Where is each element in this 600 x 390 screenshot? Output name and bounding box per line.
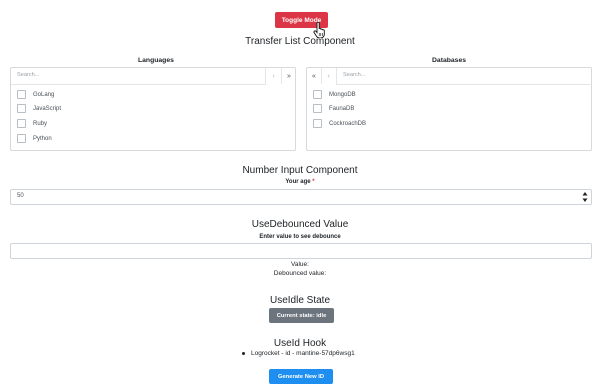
move-all-left-button[interactable]: « (307, 68, 322, 84)
list-item[interactable]: Python (17, 134, 52, 143)
transfer-list-title: Transfer List Component (245, 36, 355, 47)
languages-list: Search... › » GoLang JavaScript Ruby Pyt… (10, 67, 296, 151)
stepper-arrows-icon[interactable] (582, 191, 588, 203)
databases-title: Databases (432, 57, 467, 64)
databases-search-input[interactable]: Search... (336, 68, 592, 85)
debounced-value-text: Debounced value: (273, 270, 327, 277)
number-input-title: Number Input Component (242, 165, 358, 176)
age-number-input[interactable]: 50 (10, 189, 592, 205)
checkbox[interactable] (313, 104, 322, 113)
languages-search-input[interactable]: Search... (11, 68, 266, 85)
databases-list: « ‹ Search... MongoDB FaunaDB CockroachD… (306, 67, 592, 151)
list-item[interactable]: MongoDB (313, 90, 356, 99)
checkbox[interactable] (17, 119, 26, 128)
checkbox[interactable] (313, 119, 322, 128)
move-all-right-button[interactable]: » (281, 68, 296, 84)
checkbox[interactable] (17, 90, 26, 99)
checkbox[interactable] (17, 104, 26, 113)
useid-title: UseId Hook (273, 338, 327, 349)
checkbox[interactable] (17, 134, 26, 143)
debounce-label: Enter value to see debounce (259, 234, 341, 240)
move-selected-left-button[interactable]: ‹ (322, 68, 335, 84)
list-item[interactable]: GoLang (17, 90, 54, 99)
idle-title: UseIdle State (269, 295, 331, 306)
list-item[interactable]: CockroachDB (313, 119, 366, 128)
move-selected-right-button[interactable]: › (267, 68, 280, 84)
idle-state-button[interactable]: Current state: idle (269, 308, 334, 323)
bullet-icon (242, 352, 245, 355)
list-item[interactable]: JavaScript (17, 104, 61, 113)
debounce-title: UseDebounced Value (251, 219, 349, 230)
generate-new-id-button[interactable]: Generate New ID (269, 369, 333, 384)
list-item[interactable]: Ruby (17, 119, 47, 128)
list-item[interactable]: FaunaDB (313, 104, 354, 113)
age-label: Your age * (285, 179, 315, 185)
debounce-input[interactable] (10, 243, 592, 259)
languages-title: Languages (138, 57, 174, 64)
value-text: Value: (291, 261, 309, 268)
checkbox[interactable] (313, 90, 322, 99)
list-item: Logrocket - id - mantine-57dp6wsg1 (242, 350, 355, 357)
